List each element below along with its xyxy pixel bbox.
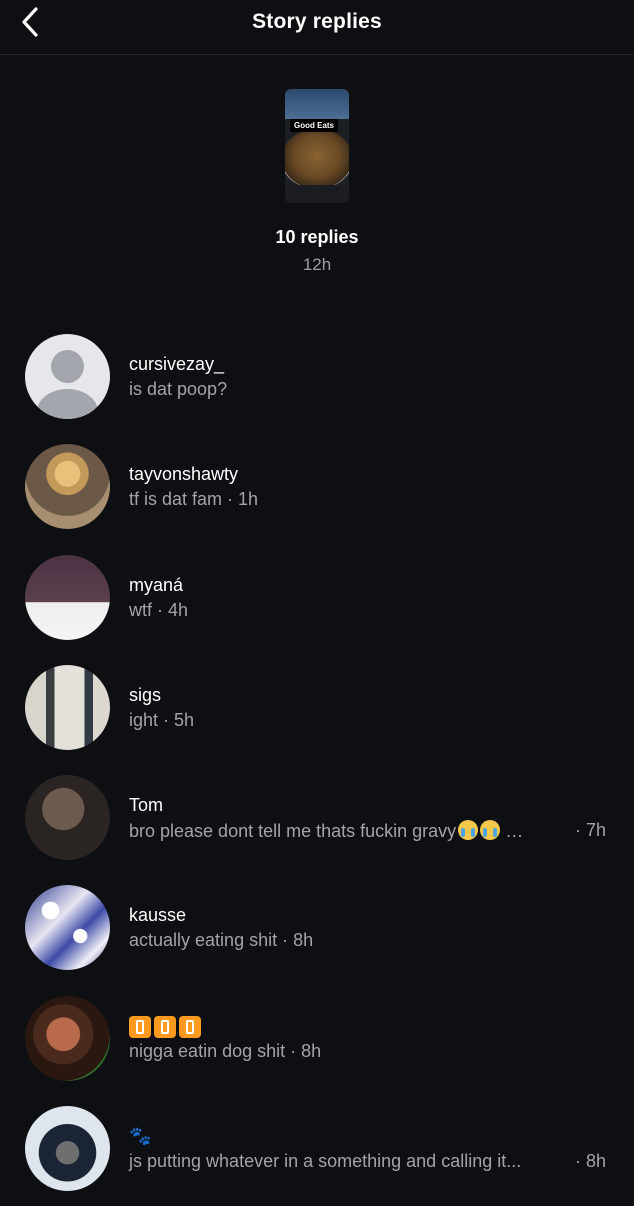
reply-row[interactable]: myaná wtf · 4h	[0, 555, 634, 655]
loudly-crying-emoji-icon	[458, 820, 479, 840]
reply-message: bro please dont tell me thats fuckin gra…	[129, 820, 523, 842]
reply-time: · 8h	[574, 1151, 606, 1171]
vibration-mode-emoji-icon	[179, 1016, 201, 1039]
reply-row[interactable]: Tom bro please dont tell me thats fuckin…	[0, 775, 634, 875]
reply-row[interactable]: cursivezay_ is dat poop?	[0, 334, 634, 434]
reply-time: · 7h	[574, 820, 606, 840]
reply-username-emoji[interactable]: 🐾	[129, 1126, 151, 1147]
reply-username[interactable]: tayvonshawty	[129, 464, 238, 485]
reply-username-emoji[interactable]	[129, 1016, 204, 1039]
reply-message: is dat poop?	[129, 379, 228, 399]
default-avatar-body-icon	[37, 389, 98, 419]
reply-row[interactable]: sigs ight · 5h	[0, 665, 634, 765]
reply-message: ight · 5h	[129, 710, 195, 730]
page-title: Story replies	[252, 10, 382, 33]
reply-row[interactable]: nigga eatin dog shit · 8h	[0, 996, 634, 1096]
story-time: 12h	[302, 255, 332, 274]
avatar[interactable]	[25, 996, 110, 1081]
avatar[interactable]	[25, 775, 110, 860]
reply-row[interactable]: tayvonshawty tf is dat fam · 1h	[0, 444, 634, 544]
vibration-mode-emoji-icon	[154, 1016, 176, 1039]
avatar[interactable]	[25, 444, 110, 529]
reply-username[interactable]: myaná	[129, 575, 183, 596]
story-image-bottom	[285, 185, 349, 203]
vibration-mode-emoji-icon	[129, 1016, 151, 1039]
reply-count: 10 replies	[275, 227, 359, 247]
avatar[interactable]	[25, 665, 110, 750]
avatar[interactable]	[25, 555, 110, 640]
avatar[interactable]	[25, 1106, 110, 1191]
reply-message: tf is dat fam · 1h	[129, 489, 259, 509]
default-avatar-head-icon	[51, 350, 84, 383]
reply-message: wtf · 4h	[129, 600, 189, 620]
reply-message: nigga eatin dog shit · 8h	[129, 1041, 322, 1061]
top-bar: Story replies	[0, 0, 634, 55]
reply-username[interactable]: cursivezay_	[129, 354, 224, 375]
reply-message: actually eating shit · 8h	[129, 930, 314, 950]
paw-prints-emoji-icon: 🐾	[129, 1126, 152, 1146]
reply-username[interactable]: kausse	[129, 905, 186, 926]
reply-username[interactable]: sigs	[129, 685, 161, 706]
loudly-crying-emoji-icon	[480, 820, 501, 840]
story-image-food	[285, 129, 349, 189]
reply-message: js putting whatever in a something and c…	[129, 1151, 522, 1171]
avatar[interactable]	[25, 885, 110, 970]
reply-username[interactable]: Tom	[129, 795, 163, 816]
story-sticker: Good Eats	[290, 119, 339, 132]
story-image-top	[285, 89, 349, 119]
story-thumbnail[interactable]: Good Eats	[285, 89, 349, 203]
avatar[interactable]	[25, 334, 110, 419]
reply-row[interactable]: kausse actually eating shit · 8h	[0, 885, 634, 985]
reply-row[interactable]: 🐾 js putting whatever in a something and…	[0, 1106, 634, 1206]
ellipsis-icon: …	[500, 821, 524, 841]
reply-message-text: bro please dont tell me thats fuckin gra…	[129, 821, 457, 841]
